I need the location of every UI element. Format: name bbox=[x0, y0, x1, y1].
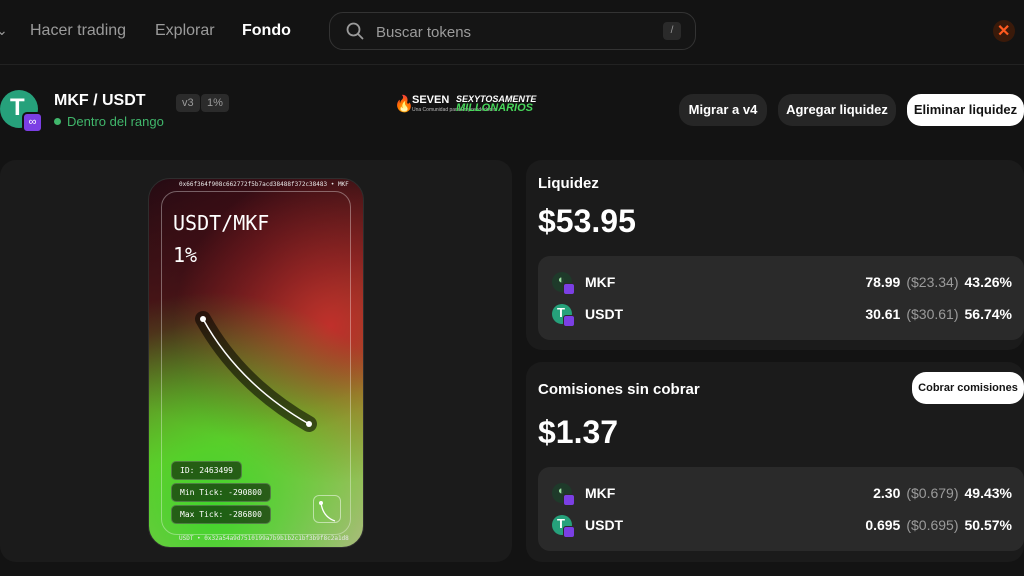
pair-token-icon: T ∞ bbox=[0, 90, 43, 133]
token-pct: 56.74% bbox=[964, 306, 1012, 322]
token-usd: ($0.695) bbox=[906, 517, 959, 533]
fee-badge: 1% bbox=[201, 94, 229, 112]
nav-trade[interactable]: Hacer trading bbox=[30, 22, 126, 40]
mkf-token-icon: ◐ bbox=[552, 272, 575, 295]
token-amount: 2.30 ($0.679) 49.43% bbox=[873, 485, 1012, 501]
mkf-token-icon: ◐ bbox=[552, 483, 575, 506]
x-close-icon: ✕ bbox=[997, 23, 1011, 40]
token-row: T USDT 0.695 ($0.695) 50.57% bbox=[538, 515, 1024, 538]
fees-label: Comisiones sin cobrar bbox=[538, 381, 700, 398]
token-row: T USDT 30.61 ($30.61) 56.74% bbox=[538, 304, 1024, 327]
flame-icon: 🔥 bbox=[394, 96, 414, 113]
token-usd: ($0.679) bbox=[906, 485, 959, 501]
fees-total: $1.37 bbox=[538, 414, 619, 450]
top-nav: ⌄ Hacer trading Explorar Fondo / ✕ bbox=[0, 0, 1024, 65]
corner-button[interactable]: ✕ bbox=[993, 20, 1015, 42]
remove-liquidity-button[interactable]: Eliminar liquidez bbox=[907, 94, 1024, 126]
liquidity-card: Liquidez $53.95 ◐ MKF 78.99 ($23.34) 43.26… bbox=[526, 160, 1024, 350]
status-dot-icon bbox=[54, 118, 61, 126]
token-value: 30.61 bbox=[865, 306, 901, 322]
fees-breakdown: ◐ MKF 2.30 ($0.679) 49.43% T USDT 0.695 ($0… bbox=[538, 467, 1024, 551]
chevron-down-icon[interactable]: ⌄ bbox=[0, 22, 8, 39]
range-status: Dentro del rango bbox=[54, 114, 164, 129]
chain-icon: ∞ bbox=[22, 112, 43, 133]
nft-max-tick-pill: Max Tick: -286800 bbox=[171, 505, 271, 524]
nav-pool[interactable]: Fondo bbox=[242, 22, 291, 40]
version-badge: v3 bbox=[176, 94, 200, 112]
token-usd: ($23.34) bbox=[906, 274, 959, 290]
search-shortcut: / bbox=[663, 22, 681, 40]
token-pct: 50.57% bbox=[964, 517, 1012, 533]
nav-explore[interactable]: Explorar bbox=[155, 22, 215, 40]
token-name: MKF bbox=[585, 274, 616, 290]
nft-id-pill: ID: 2463499 bbox=[171, 461, 242, 480]
token-usd: ($30.61) bbox=[906, 306, 959, 322]
token-name: USDT bbox=[585, 517, 624, 533]
token-amount: 0.695 ($0.695) 50.57% bbox=[865, 517, 1012, 533]
logo-brand: SEVEN bbox=[412, 94, 450, 106]
pair-title: MKF / USDT bbox=[54, 92, 146, 109]
search-icon bbox=[346, 22, 364, 40]
token-value: 78.99 bbox=[865, 274, 901, 290]
usdt-token-icon: T bbox=[552, 304, 575, 327]
brand-logo: 🔥 SEVEN Una Comunidad para Emprendedores… bbox=[394, 94, 550, 114]
nft-min-tick-pill: Min Tick: -290800 bbox=[171, 483, 271, 502]
liquidity-label: Liquidez bbox=[538, 175, 599, 192]
liquidity-total: $53.95 bbox=[538, 203, 636, 239]
add-liquidity-button[interactable]: Agregar liquidez bbox=[778, 94, 896, 126]
token-row: ◐ MKF 78.99 ($23.34) 43.26% bbox=[538, 272, 1024, 295]
position-nft: 0x66f364f908c662772f5b7acd38488f372c3848… bbox=[148, 178, 364, 548]
token-pct: 43.26% bbox=[964, 274, 1012, 290]
token-name: MKF bbox=[585, 485, 616, 501]
range-status-label: Dentro del rango bbox=[67, 114, 164, 129]
token-amount: 30.61 ($30.61) 56.74% bbox=[865, 306, 1012, 322]
token-amount: 78.99 ($23.34) 43.26% bbox=[865, 274, 1012, 290]
search-input[interactable] bbox=[374, 21, 638, 43]
search-bar[interactable]: / bbox=[329, 12, 696, 50]
fees-card: Comisiones sin cobrar Cobrar comisiones … bbox=[526, 362, 1024, 562]
collect-fees-button[interactable]: Cobrar comisiones bbox=[912, 372, 1024, 404]
token-pct: 49.43% bbox=[964, 485, 1012, 501]
token-value: 0.695 bbox=[865, 517, 901, 533]
token-value: 2.30 bbox=[873, 485, 901, 501]
nft-mini-chart bbox=[313, 495, 341, 523]
usdt-token-icon: T bbox=[552, 515, 575, 538]
token-row: ◐ MKF 2.30 ($0.679) 49.43% bbox=[538, 483, 1024, 506]
migrate-button[interactable]: Migrar a v4 bbox=[679, 94, 767, 126]
logo-line2: MILLONARIOS bbox=[456, 102, 533, 114]
token-name: USDT bbox=[585, 306, 624, 322]
liquidity-breakdown: ◐ MKF 78.99 ($23.34) 43.26% T USDT 30.61 ($… bbox=[538, 256, 1024, 340]
